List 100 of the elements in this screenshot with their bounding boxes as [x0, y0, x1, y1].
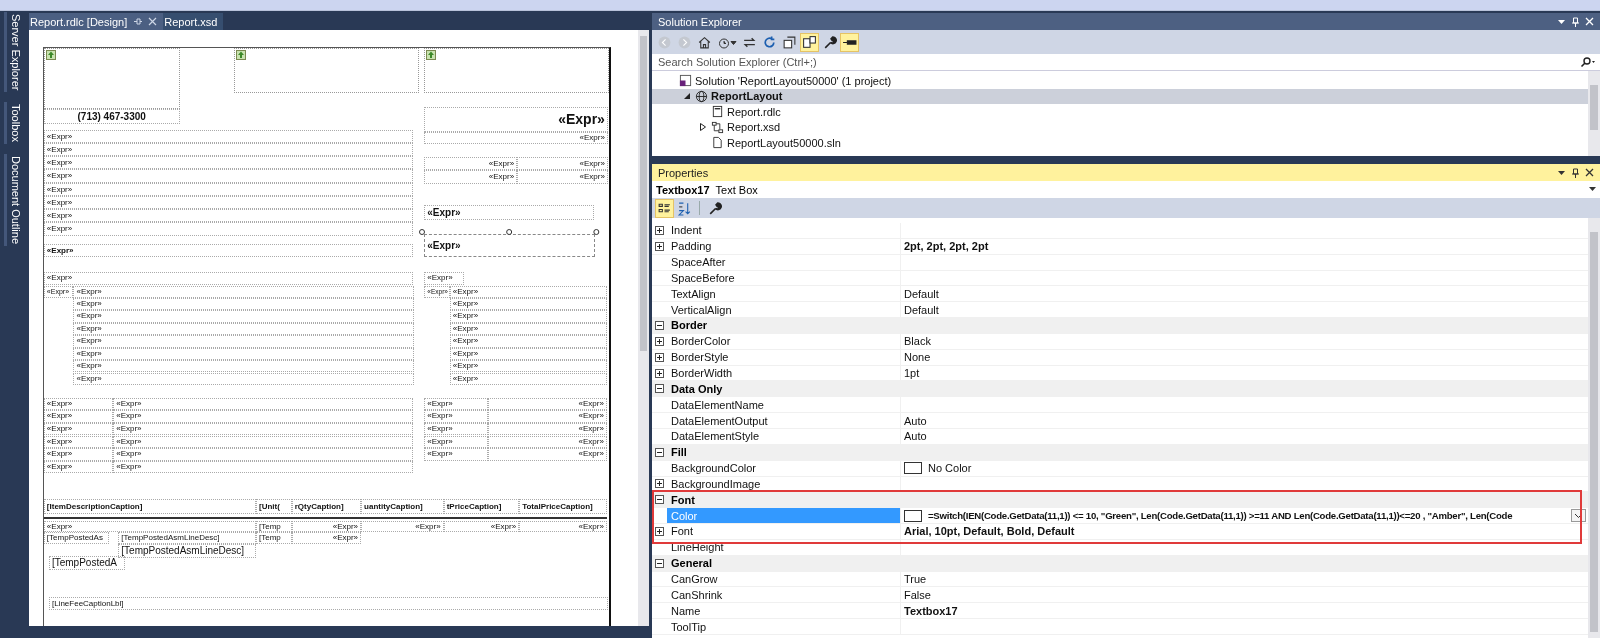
report-textbox[interactable]: «Expr» — [449, 372, 607, 385]
expand-toggle-icon[interactable] — [655, 526, 664, 536]
report-textbox[interactable]: «Expr» — [73, 347, 415, 361]
report-textbox[interactable]: «Expr» — [424, 272, 465, 285]
report-textbox[interactable]: «Expr» — [73, 310, 415, 323]
sort-icon[interactable] — [676, 199, 693, 217]
tree-item[interactable]: ReportLayout — [652, 88, 1588, 104]
report-textbox[interactable]: (713) 467-3300 — [43, 109, 180, 125]
dropdown-icon[interactable] — [1589, 187, 1596, 192]
report-textbox[interactable]: «Expr» — [361, 521, 444, 533]
report-textbox[interactable]: TotalPriceCaption] — [519, 498, 607, 515]
report-textbox[interactable]: «Expr» — [43, 461, 114, 474]
report-textbox[interactable]: «Expr» — [424, 170, 518, 184]
image-placeholder[interactable] — [233, 47, 420, 93]
expand-toggle-icon[interactable] — [655, 479, 664, 489]
report-textbox[interactable]: «Expr» — [43, 521, 256, 533]
search-field[interactable]: Search Solution Explorer (Ctrl+;) — [658, 56, 1580, 68]
object-selector[interactable]: Textbox17 Text Box — [652, 181, 1600, 198]
category-row[interactable]: Font — [652, 492, 1588, 509]
report-textbox[interactable]: «Expr» — [43, 448, 114, 461]
report-textbox[interactable]: «Expr» — [43, 156, 414, 170]
report-textbox[interactable]: «Expr» — [424, 410, 488, 423]
report-textbox[interactable]: [TempPostedAsmLineDesc] — [118, 543, 256, 558]
report-textbox[interactable]: [TempPostedA — [48, 555, 126, 571]
close-icon[interactable] — [1585, 168, 1594, 177]
report-textbox[interactable]: «Expr» — [113, 461, 414, 474]
category-row[interactable]: Data Only — [652, 381, 1588, 398]
report-textbox[interactable]: «Expr» — [43, 243, 414, 257]
report-textbox[interactable]: «Expr» — [443, 521, 520, 533]
report-textbox[interactable]: «Expr» — [424, 448, 488, 461]
scrollbar[interactable] — [638, 30, 649, 626]
report-textbox[interactable]: «Expr» — [43, 169, 414, 183]
report-textbox[interactable]: «Expr» — [487, 397, 607, 410]
report-textbox[interactable]: «Expr» — [424, 131, 608, 144]
expander-icon[interactable] — [699, 123, 707, 132]
report-textbox[interactable]: «Expr» — [43, 222, 414, 236]
property-row[interactable]: CanGrow True — [652, 571, 1588, 588]
report-textbox[interactable]: «Expr» — [43, 410, 114, 423]
collapse-toggle-icon[interactable] — [655, 558, 664, 568]
tree-item[interactable]: ReportLayout50000.sln — [652, 135, 1588, 151]
report-textbox[interactable]: [Temp — [256, 521, 292, 533]
report-textbox[interactable]: «Expr» — [43, 129, 414, 143]
report-textbox[interactable]: «Expr» — [487, 448, 607, 461]
expander-icon[interactable] — [683, 92, 691, 101]
report-textbox[interactable]: «Expr» — [449, 347, 607, 361]
report-textbox[interactable]: «Expr» — [43, 182, 414, 196]
expand-toggle-icon[interactable] — [655, 241, 664, 251]
property-row[interactable]: DataElementOutput Auto — [652, 413, 1588, 429]
report-textbox[interactable]: «Expr» — [113, 410, 414, 423]
report-textbox[interactable]: [TempPostedAs — [43, 532, 110, 544]
files-icon[interactable] — [801, 33, 818, 51]
property-row[interactable]: BorderColor Black — [652, 333, 1588, 350]
expand-toggle-icon[interactable] — [655, 336, 664, 346]
property-row[interactable]: BorderStyle None — [652, 349, 1588, 366]
report-textbox[interactable]: [LineFeeCaptionLbl] — [48, 596, 608, 610]
report-textbox[interactable]: «Expr» — [517, 157, 608, 171]
report-textbox[interactable]: «Expr» — [449, 285, 607, 298]
report-textbox[interactable]: «Expr» — [424, 397, 488, 410]
property-row[interactable]: CanShrink False — [652, 587, 1588, 604]
property-row[interactable]: SpaceBefore — [652, 270, 1588, 287]
report-textbox[interactable]: «Expr» — [449, 360, 607, 373]
report-textbox[interactable]: «Expr» — [449, 322, 607, 336]
report-textbox[interactable]: «Expr» — [424, 435, 488, 448]
report-textbox[interactable]: «Expr» — [517, 170, 608, 184]
report-textbox[interactable]: «Expr» — [449, 335, 607, 348]
report-textbox[interactable]: «Expr» — [43, 209, 414, 223]
report-textbox[interactable]: «Expr» — [113, 423, 414, 436]
property-row[interactable]: SpaceAfter — [652, 254, 1588, 271]
collapse-toggle-icon[interactable] — [655, 384, 664, 394]
property-row[interactable]: BackgroundColor No Color — [652, 460, 1588, 477]
tree-item[interactable]: Report.rdlc — [652, 104, 1588, 120]
report-textbox[interactable]: «Expr» — [43, 195, 414, 210]
report-textbox[interactable]: «Expr» — [73, 322, 415, 336]
property-row[interactable]: TextAlign Default — [652, 286, 1588, 303]
tree-item[interactable]: Solution 'ReportLayout50000' (1 project) — [652, 73, 1588, 89]
collapse-toggle-icon[interactable] — [655, 495, 664, 505]
report-textbox[interactable]: «Expr» — [424, 107, 608, 132]
pin-icon[interactable] — [1571, 167, 1580, 178]
report-textbox[interactable]: «Expr» — [43, 397, 114, 410]
property-row[interactable]: ToolTip — [652, 619, 1588, 635]
property-row[interactable]: DataElementName — [652, 397, 1588, 414]
report-textbox[interactable]: [ItemDescriptionCaption] — [43, 498, 256, 515]
report-textbox[interactable]: «Expr» — [43, 142, 414, 156]
report-textbox[interactable]: uantityCaption] — [361, 498, 444, 515]
property-row[interactable]: Name Textbox17 — [652, 603, 1588, 620]
report-textbox[interactable]: «Expr» — [449, 298, 607, 311]
expand-toggle-icon[interactable] — [655, 225, 664, 235]
property-row[interactable]: Font Arial, 10pt, Default, Bold, Default — [652, 524, 1588, 540]
expand-toggle-icon[interactable] — [655, 352, 664, 362]
report-textbox[interactable]: [Temp — [256, 532, 292, 544]
search-icon[interactable] — [1580, 56, 1596, 68]
report-textbox[interactable]: «Expr» — [487, 435, 607, 448]
category-row[interactable]: Border — [652, 318, 1588, 334]
collapse-icon[interactable] — [781, 33, 798, 51]
report-textbox[interactable]: «Expr» — [113, 448, 414, 461]
report-textbox[interactable]: «Expr» — [43, 272, 414, 285]
report-textbox[interactable]: «Expr» — [73, 372, 415, 385]
image-placeholder[interactable] — [43, 47, 180, 110]
tree-item[interactable]: Report.xsd — [652, 119, 1588, 135]
report-textbox[interactable]: «Expr» — [73, 335, 415, 348]
